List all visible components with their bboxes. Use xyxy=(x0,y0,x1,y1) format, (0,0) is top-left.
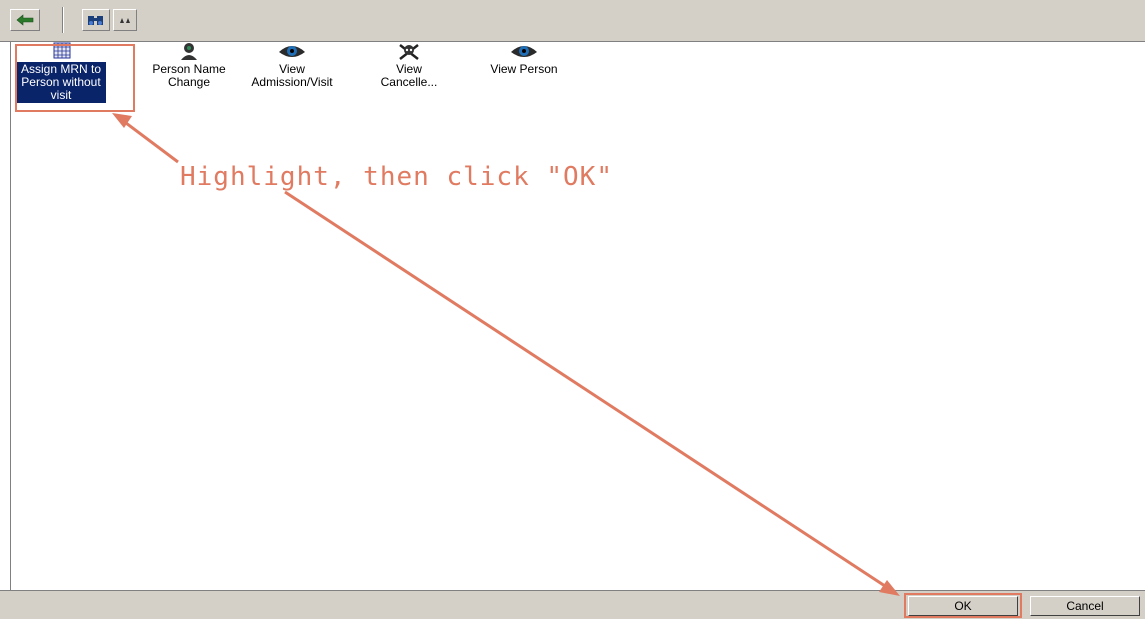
skull-crossbones-icon xyxy=(399,44,419,60)
list-item-assign-mrn[interactable]: Assign MRN to Person without visit xyxy=(16,42,106,103)
eye-icon xyxy=(279,46,305,57)
cancel-button[interactable]: Cancel xyxy=(1030,596,1140,616)
list-item-label: View Person xyxy=(490,62,558,76)
toolbar xyxy=(0,0,1145,42)
up-arrows-icon xyxy=(120,18,130,23)
button-bar: OK Cancel xyxy=(0,590,1145,619)
list-item-label: Person Name Change xyxy=(152,62,226,89)
toolbar-separator xyxy=(62,7,64,33)
list-item-label: Assign MRN to Person without visit xyxy=(16,62,106,103)
list-item-view-admission-visit[interactable]: View Admission/Visit xyxy=(247,42,337,90)
calendar-grid-icon xyxy=(53,42,71,59)
toolbar-back-button[interactable] xyxy=(10,9,40,31)
list-item-person-name-change[interactable]: Person Name Change xyxy=(144,42,234,90)
list-item-label: View Cancelle... xyxy=(380,62,438,89)
dialog-window: Assign MRN to Person without visit Perso… xyxy=(0,0,1145,619)
eye-icon xyxy=(511,46,537,57)
list-item-view-cancelled[interactable]: View Cancelle... xyxy=(367,42,451,90)
toolbar-up-button[interactable] xyxy=(113,9,137,31)
list-item-view-person[interactable]: View Person xyxy=(479,42,569,77)
annotation-text: Highlight, then click "OK" xyxy=(180,162,613,192)
person-icon xyxy=(181,43,197,60)
ok-button[interactable]: OK xyxy=(908,596,1018,616)
list-item-label: View Admission/Visit xyxy=(251,62,333,89)
binoculars-icon xyxy=(88,16,103,25)
functions-list: Assign MRN to Person without visit Perso… xyxy=(10,42,1145,590)
toolbar-find-button[interactable] xyxy=(82,9,110,31)
back-arrow-icon xyxy=(16,14,34,26)
